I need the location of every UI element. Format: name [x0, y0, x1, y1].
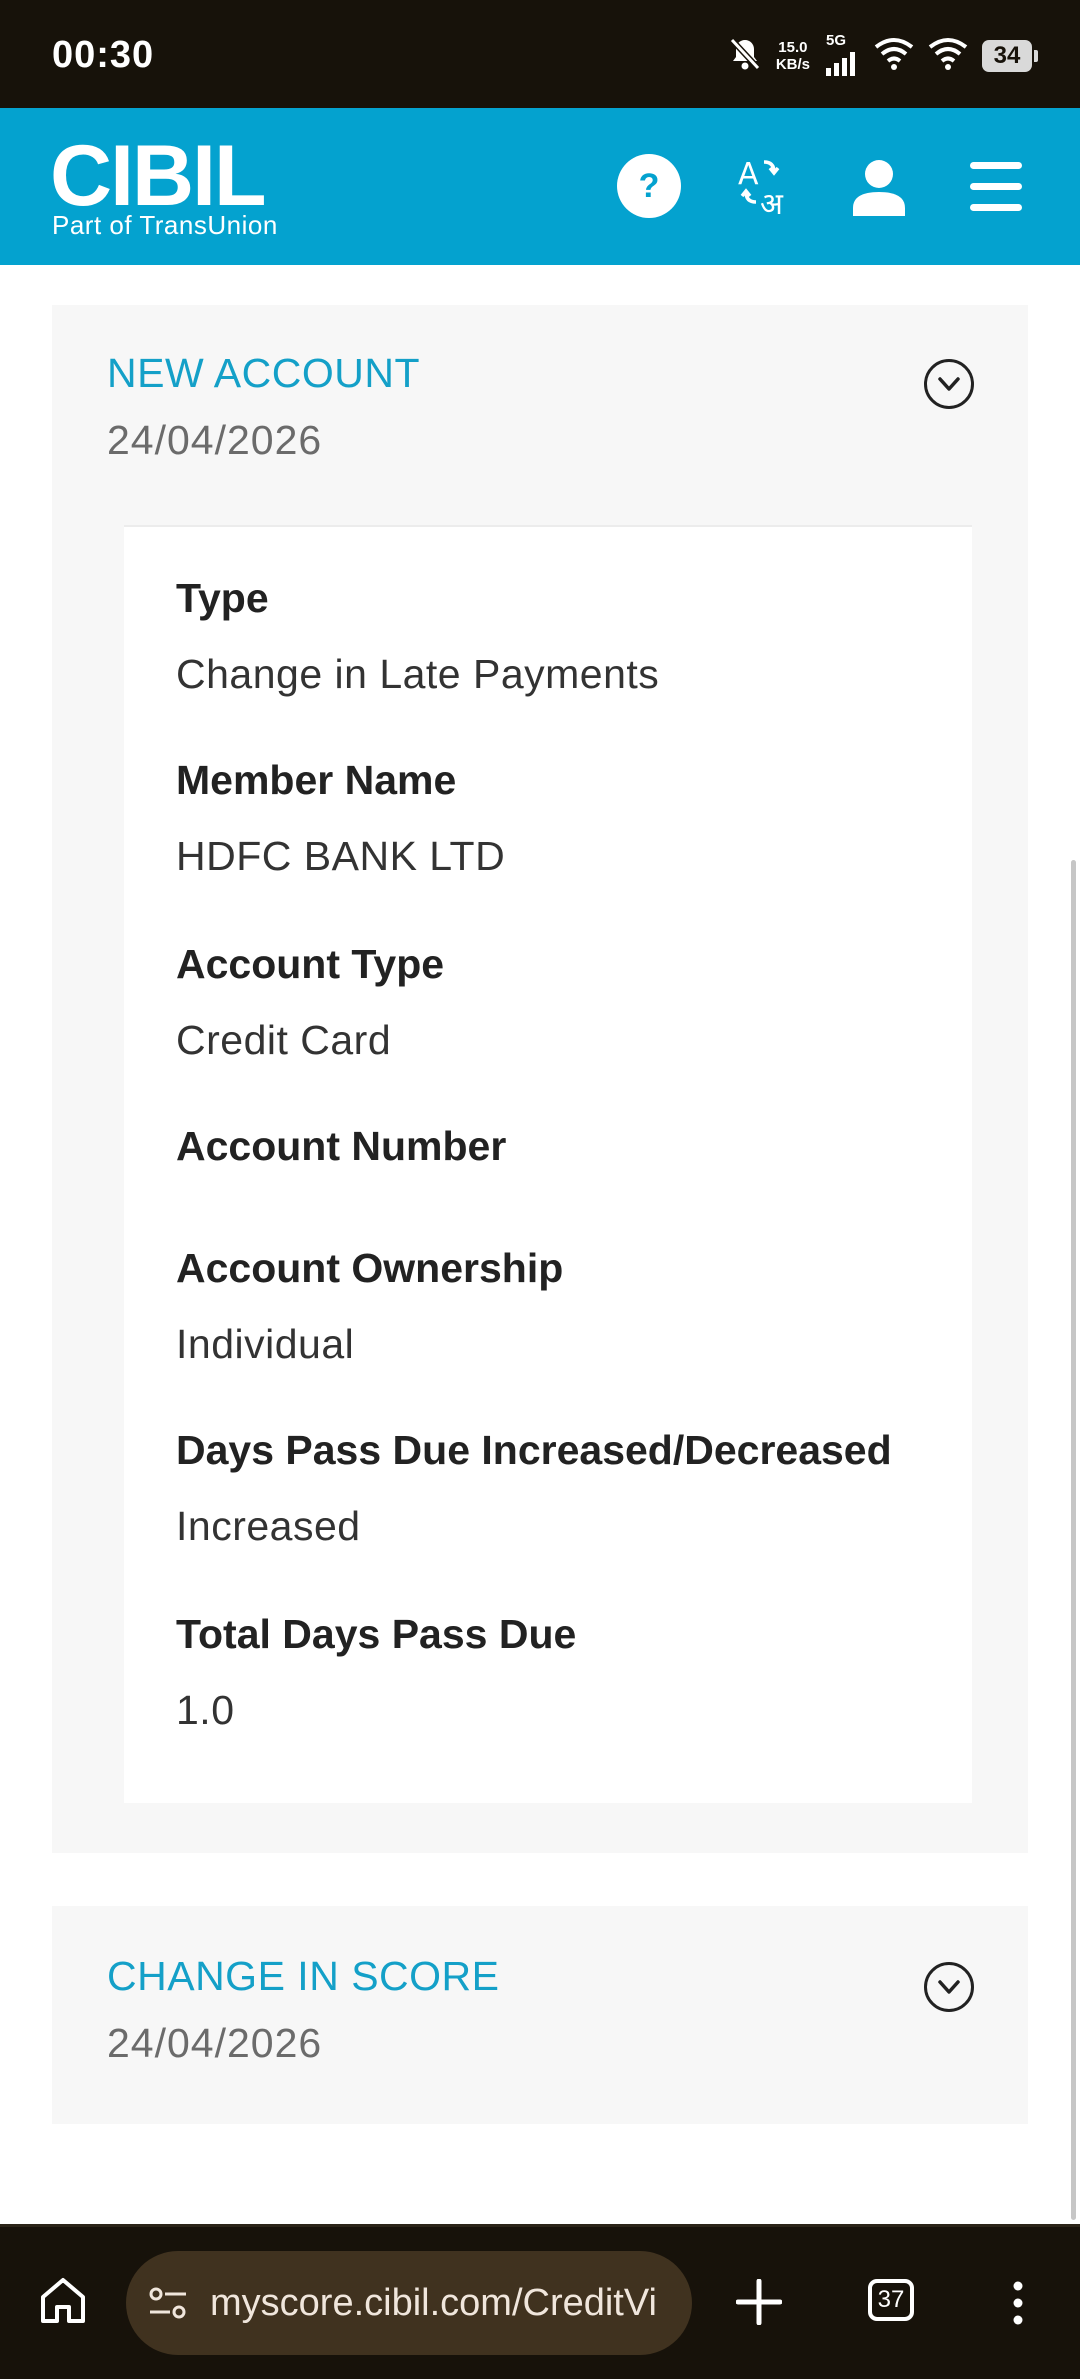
collapse-chevron-icon[interactable] — [924, 359, 974, 409]
tab-count: 37 — [877, 2286, 905, 2313]
profile-icon[interactable] — [851, 158, 907, 221]
battery-level: 34 — [993, 42, 1021, 69]
status-time: 00:30 — [52, 34, 155, 76]
field-value-account-type: Credit Card — [176, 1017, 392, 1063]
field-label-type: Type — [176, 575, 269, 621]
tabs-icon[interactable]: 37 — [868, 2279, 914, 2321]
new-account-date: 24/04/2026 — [107, 417, 323, 463]
field-label-dpd-change: Days Pass Due Increased/Decreased — [176, 1427, 892, 1473]
field-value-account-ownership: Individual — [176, 1321, 355, 1367]
url-text[interactable]: myscore.cibil.com/CreditVi — [210, 2282, 657, 2325]
change-in-score-title[interactable]: CHANGE IN SCORE — [107, 1953, 500, 2000]
app-header: CIBIL Part of TransUnion ? A अ — [0, 108, 1080, 265]
net-speed: 15.0 KB/s — [775, 39, 810, 73]
field-label-account-number: Account Number — [176, 1123, 507, 1169]
mute-bell-icon — [728, 36, 762, 77]
status-bar: 00:30 15.0 KB/s 5G 34 — [0, 0, 1080, 108]
more-icon[interactable] — [1010, 2281, 1026, 2330]
field-value-total-dpd: 1.0 — [176, 1687, 235, 1733]
field-value-type: Change in Late Payments — [176, 651, 660, 697]
site-settings-icon[interactable] — [148, 2285, 188, 2331]
browser-toolbar: myscore.cibil.com/CreditVi 37 — [0, 2224, 1080, 2379]
new-account-title[interactable]: NEW ACCOUNT — [107, 350, 420, 397]
change-in-score-date: 24/04/2026 — [107, 2020, 323, 2066]
battery-icon: 34 — [982, 40, 1038, 72]
translate-icon[interactable]: A अ — [738, 154, 794, 225]
new-tab-icon[interactable] — [735, 2278, 783, 2330]
network-type: 5G — [826, 32, 847, 49]
scrollbar[interactable] — [1071, 860, 1076, 2220]
help-icon[interactable]: ? — [617, 154, 681, 218]
new-account-card: NEW ACCOUNT 24/04/2026 Type Change in La… — [52, 305, 1028, 1853]
help-label: ? — [638, 166, 660, 205]
menu-icon[interactable] — [968, 160, 1024, 219]
change-in-score-card: CHANGE IN SCORE 24/04/2026 — [52, 1906, 1028, 2124]
logo-tagline: Part of TransUnion — [52, 210, 278, 240]
field-label-member-name: Member Name — [176, 757, 457, 803]
field-label-account-ownership: Account Ownership — [176, 1245, 564, 1291]
field-label-account-type: Account Type — [176, 941, 445, 987]
wifi-plus-icon — [874, 37, 914, 76]
wifi-icon — [928, 37, 968, 76]
svg-text:अ: अ — [760, 187, 784, 220]
svg-text:A: A — [738, 157, 759, 192]
field-value-member-name: HDFC BANK LTD — [176, 833, 506, 879]
account-details: Type Change in Late Payments Member Name… — [124, 525, 972, 1803]
expand-chevron-icon[interactable] — [924, 1962, 974, 2012]
signal-icon: 5G — [824, 32, 860, 76]
status-icons: 15.0 KB/s 5G 34 — [728, 32, 1038, 78]
address-bar[interactable]: myscore.cibil.com/CreditVi — [126, 2251, 692, 2355]
home-icon[interactable] — [38, 2275, 88, 2330]
field-value-dpd-change: Increased — [176, 1503, 361, 1549]
field-label-total-dpd: Total Days Pass Due — [176, 1611, 577, 1657]
